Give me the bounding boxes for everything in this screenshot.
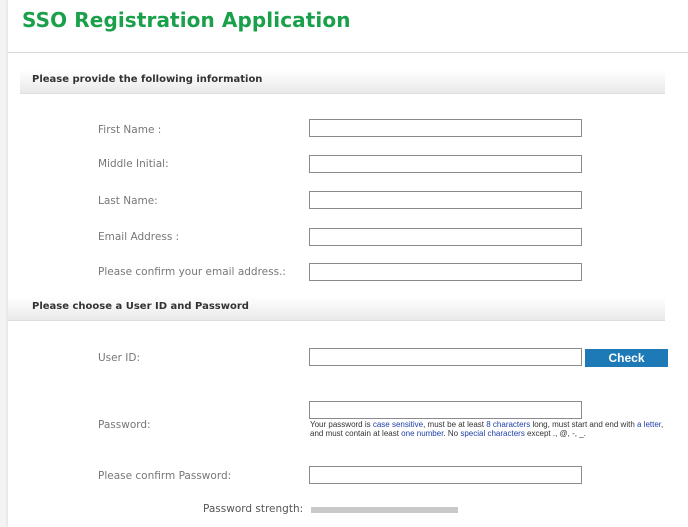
registration-page: SSO Registration Application Please prov… xyxy=(8,0,688,527)
password-input[interactable] xyxy=(309,401,582,419)
hint-letter: a letter xyxy=(637,420,662,429)
password-label: Password: xyxy=(98,419,151,431)
first-name-input[interactable] xyxy=(309,119,582,137)
hint-case-sensitive: case sensitive xyxy=(372,420,424,429)
email-label: Email Address : xyxy=(98,231,180,243)
hint-min-length: 8 characters xyxy=(486,420,531,429)
email-input[interactable] xyxy=(309,228,582,246)
confirm-password-input[interactable] xyxy=(309,466,582,484)
hint-number: one number xyxy=(401,429,444,438)
last-name-input[interactable] xyxy=(309,191,582,209)
personal-info-section-header: Please provide the following information xyxy=(20,70,665,94)
confirm-password-label: Please confirm Password: xyxy=(98,470,232,482)
confirm-email-label: Please confirm your email address.: xyxy=(98,266,286,278)
hint-special-characters: special characters xyxy=(460,429,525,438)
page-title: SSO Registration Application xyxy=(22,8,351,32)
account-heading: Please choose a User ID and Password xyxy=(32,301,249,312)
confirm-email-input[interactable] xyxy=(309,263,582,281)
check-user-id-button[interactable]: Check xyxy=(585,349,668,367)
middle-initial-label: Middle Initial: xyxy=(98,158,169,170)
password-strength-label: Password strength: xyxy=(203,503,304,515)
account-section-header: Please choose a User ID and Password xyxy=(8,297,665,321)
password-requirements-hint: Your password is case sensitive, must be… xyxy=(310,420,664,438)
middle-initial-input[interactable] xyxy=(309,155,582,173)
title-divider xyxy=(8,52,688,53)
password-strength-meter xyxy=(311,507,458,513)
personal-info-heading: Please provide the following information xyxy=(32,74,263,85)
user-id-input[interactable] xyxy=(309,348,582,366)
first-name-label: First Name : xyxy=(98,124,162,136)
last-name-label: Last Name: xyxy=(98,195,158,207)
user-id-label: User ID: xyxy=(98,352,140,364)
